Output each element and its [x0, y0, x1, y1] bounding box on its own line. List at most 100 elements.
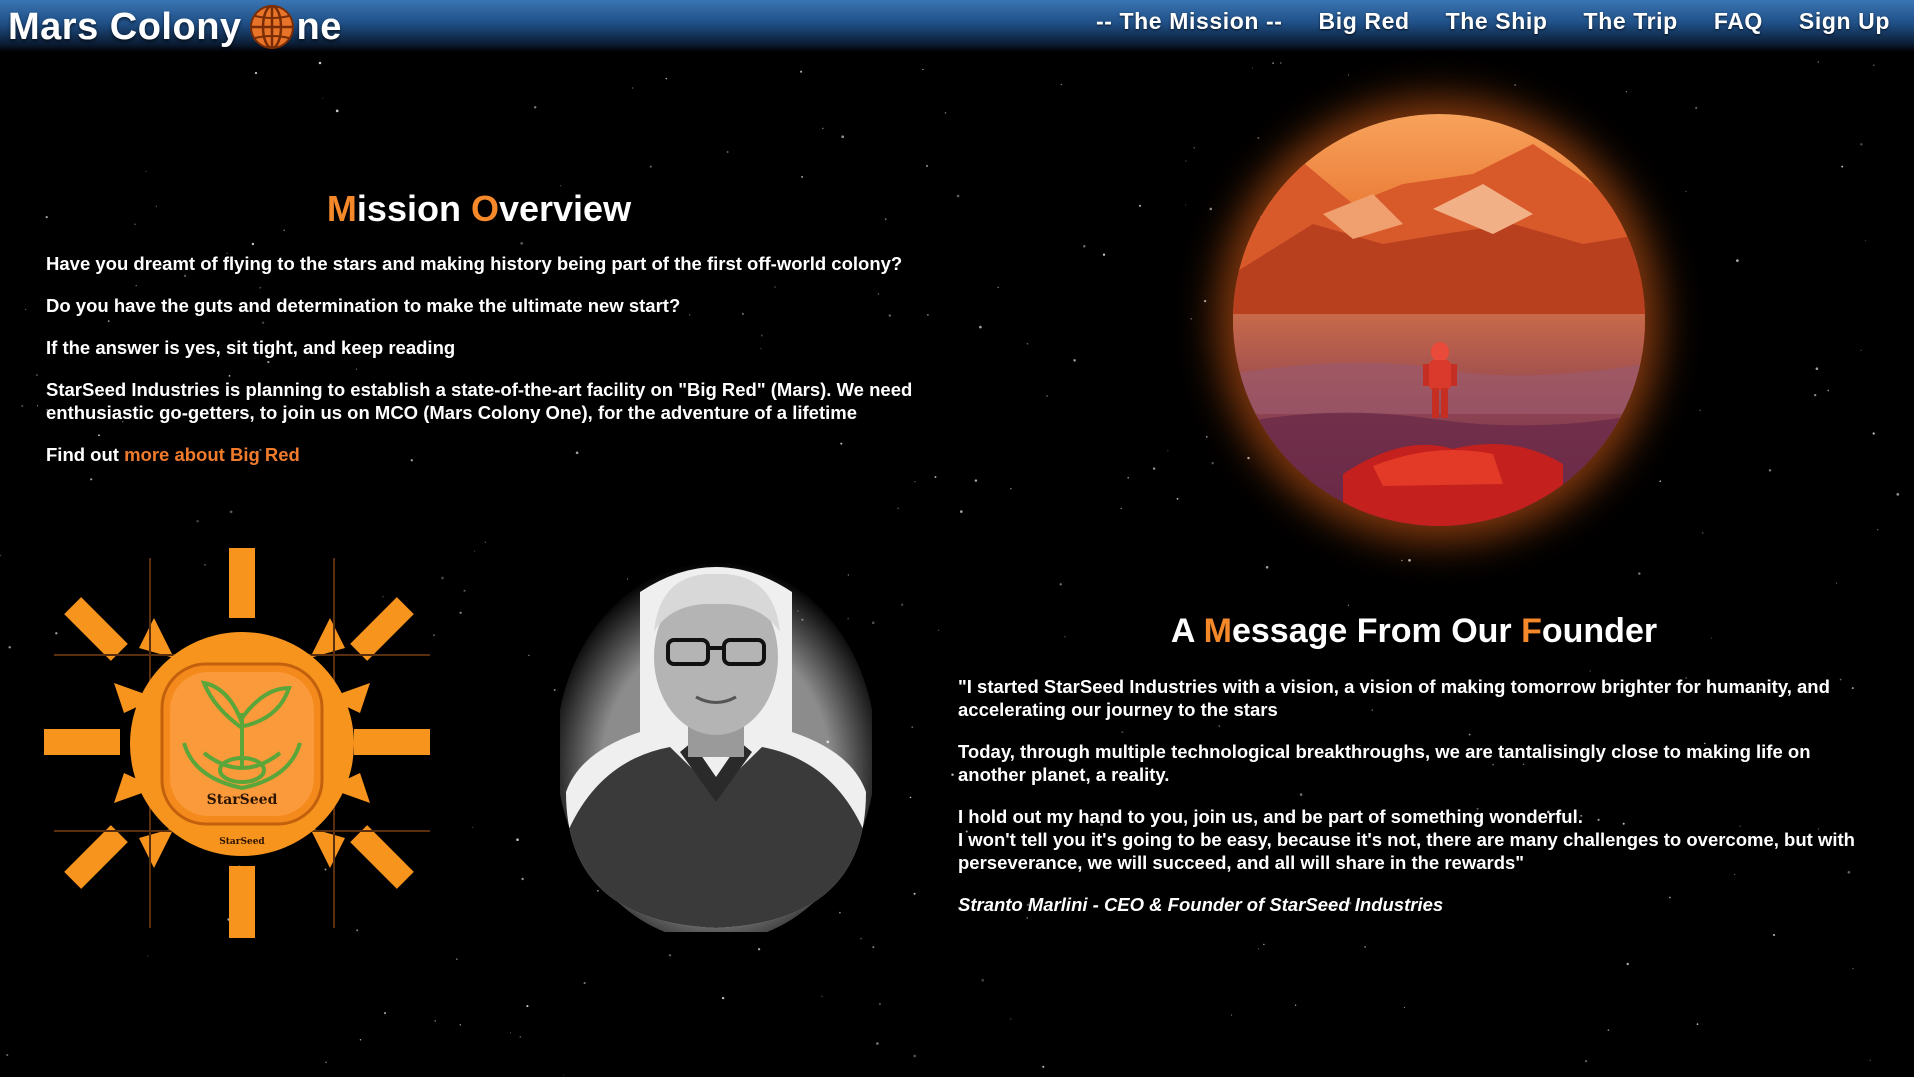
- star-dot: [1265, 565, 1269, 569]
- star-dot: [922, 68, 924, 71]
- title-accent-letter: F: [1521, 612, 1542, 650]
- site-logo[interactable]: Mars Colony ne: [8, 4, 342, 50]
- title-text: ounder: [1541, 612, 1658, 650]
- star-dot: [649, 165, 652, 168]
- mars-astronaut-image: [1233, 114, 1645, 526]
- star-dot: [519, 1036, 522, 1038]
- nav-item-sign-up[interactable]: Sign Up: [1799, 8, 1890, 35]
- star-dot: [147, 955, 149, 957]
- star-dot: [254, 71, 258, 75]
- star-dot: [822, 127, 824, 129]
- title-text: A: [1170, 612, 1204, 650]
- star-dot: [1514, 84, 1517, 86]
- star-dot: [821, 995, 823, 997]
- star-dot: [944, 112, 947, 114]
- star-dot: [583, 982, 586, 985]
- star-dot: [325, 1061, 327, 1064]
- star-dot: [1073, 359, 1076, 362]
- star-dot: [1835, 582, 1838, 584]
- star-dot: [1193, 146, 1196, 149]
- founder-quote-paragraph: I hold out my hand to you, join us, and …: [958, 805, 1868, 874]
- star-dot: [1896, 493, 1900, 496]
- star-dot: [1864, 240, 1867, 242]
- star-dot: [1347, 604, 1349, 606]
- star-dot: [1042, 1065, 1045, 1068]
- star-dot: [509, 1032, 512, 1034]
- nav-item-faq[interactable]: FAQ: [1714, 8, 1763, 35]
- top-navigation-bar: Mars Colony ne -- The Mission -- Big Red…: [0, 0, 1914, 52]
- more-about-big-red-link[interactable]: more about Big Red: [124, 444, 300, 465]
- star-dot: [1152, 467, 1156, 470]
- star-dot: [1060, 83, 1063, 86]
- star-dot: [383, 1012, 387, 1015]
- star-dot: [876, 1042, 879, 1045]
- star-dot: [1659, 480, 1662, 483]
- star-dot: [1817, 61, 1820, 63]
- star-dot: [979, 325, 982, 329]
- star-dot: [526, 1005, 529, 1008]
- star-dot: [1736, 259, 1739, 262]
- star-dot: [455, 958, 458, 961]
- star-dot: [459, 611, 462, 614]
- star-dot: [1010, 488, 1012, 490]
- star-dot: [878, 1002, 881, 1006]
- star-dot: [1768, 469, 1772, 472]
- star-dot: [441, 576, 444, 580]
- star-dot: [335, 109, 339, 113]
- star-dot: [1185, 160, 1187, 162]
- title-accent-letter: M: [1203, 612, 1232, 650]
- star-dot: [8, 646, 11, 649]
- star-dot: [960, 510, 963, 513]
- star-dot: [474, 550, 476, 552]
- star-dot: [1696, 1023, 1699, 1025]
- star-dot: [901, 603, 904, 606]
- star-dot: [974, 479, 978, 482]
- star-dot: [459, 1024, 462, 1026]
- star-dot: [1685, 190, 1687, 192]
- founder-signature: Stranto Marlini - CEO & Founder of StarS…: [958, 894, 1444, 915]
- star-dot: [1010, 1018, 1012, 1020]
- mission-overview-section: Mission Overview Have you dreamt of flyi…: [46, 188, 966, 485]
- star-dot: [553, 689, 556, 691]
- star-dot: [1257, 136, 1260, 139]
- logo-subtext: StarSeed: [219, 837, 265, 847]
- star-dot: [1401, 559, 1403, 562]
- nav-item-the-ship[interactable]: The Ship: [1446, 8, 1548, 35]
- star-dot: [6, 1054, 9, 1057]
- star-dot: [860, 937, 862, 940]
- title-text: ission: [356, 188, 471, 229]
- star-dot: [1869, 1059, 1871, 1062]
- star-dot: [1127, 477, 1129, 479]
- star-dot: [801, 175, 804, 178]
- founder-quote-line: I hold out my hand to you, join us, and …: [958, 806, 1583, 827]
- title-text: essage From Our: [1231, 612, 1522, 650]
- star-dot: [0, 554, 2, 557]
- star-dot: [1877, 529, 1879, 531]
- star-dot: [1852, 967, 1854, 970]
- star-dot: [1083, 245, 1086, 248]
- nav-item-the-mission[interactable]: -- The Mission --: [1096, 8, 1283, 35]
- page: Mars Colony ne -- The Mission -- Big Red…: [0, 0, 1914, 1077]
- star-dot: [21, 404, 24, 408]
- star-dot: [1626, 962, 1629, 966]
- star-dot: [484, 541, 486, 543]
- star-dot: [1280, 62, 1282, 64]
- star-dot: [1190, 317, 1193, 320]
- star-dot: [1026, 342, 1029, 345]
- star-dot: [35, 374, 38, 377]
- star-dot: [516, 838, 519, 841]
- star-dot: [145, 170, 147, 173]
- nav-item-big-red[interactable]: Big Red: [1319, 8, 1410, 35]
- star-dot: [196, 520, 199, 523]
- star-dot: [1206, 436, 1208, 438]
- star-dot: [1841, 165, 1844, 168]
- founder-message-title: A Message From Our Founder: [934, 612, 1894, 651]
- star-dot: [1403, 1006, 1405, 1009]
- star-dot: [1211, 461, 1214, 465]
- star-dot: [322, 97, 324, 99]
- star-dot: [1263, 943, 1265, 946]
- find-out-prefix: Find out: [46, 444, 125, 465]
- star-dot: [721, 996, 725, 1000]
- star-dot: [913, 1054, 917, 1058]
- nav-item-the-trip[interactable]: The Trip: [1584, 8, 1678, 35]
